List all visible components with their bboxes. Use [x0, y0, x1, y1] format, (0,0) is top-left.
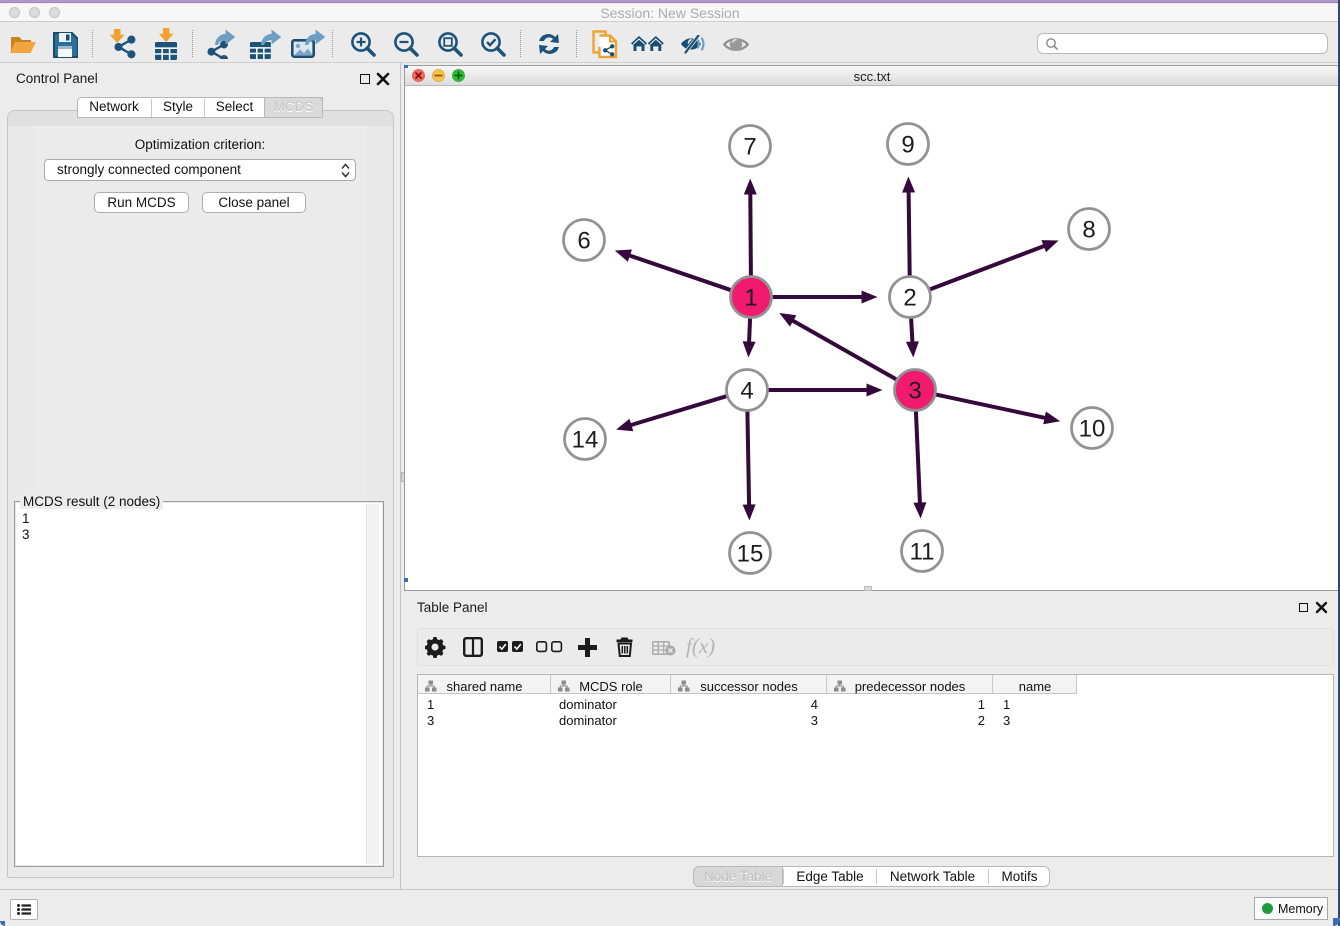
svg-text:9: 9	[901, 132, 914, 159]
svg-text:1: 1	[744, 285, 757, 312]
svg-text:2: 2	[903, 285, 916, 312]
svg-text:6: 6	[577, 228, 590, 255]
svg-text:7: 7	[743, 134, 756, 161]
svg-text:15: 15	[737, 541, 764, 568]
svg-text:10: 10	[1079, 416, 1106, 443]
svg-text:8: 8	[1082, 217, 1095, 244]
svg-text:4: 4	[740, 378, 753, 405]
svg-text:11: 11	[910, 539, 935, 566]
svg-text:14: 14	[572, 427, 599, 454]
svg-text:3: 3	[908, 378, 921, 405]
